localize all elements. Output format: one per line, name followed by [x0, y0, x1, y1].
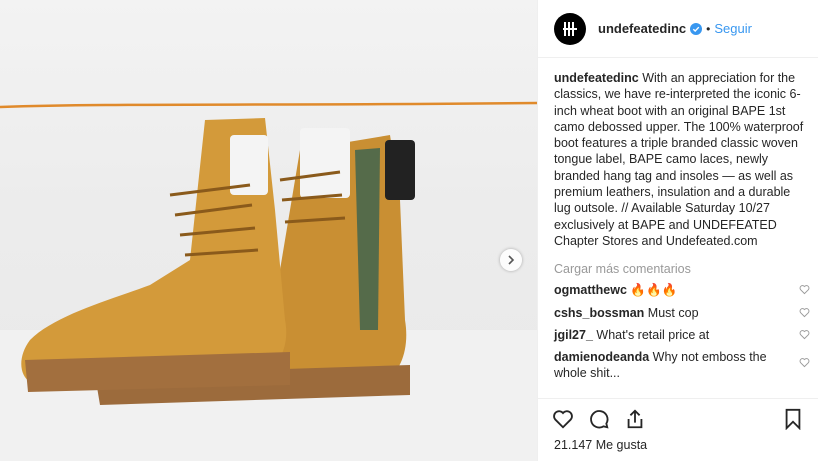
comment-text: What's retail price at: [592, 327, 710, 342]
next-image-button[interactable]: [500, 249, 522, 271]
heart-icon[interactable]: [799, 329, 810, 340]
comment-item: cshs_bossman Must cop: [554, 305, 810, 321]
post-photo[interactable]: [0, 0, 537, 461]
comment-text: 🔥🔥🔥: [626, 283, 678, 298]
comment-username[interactable]: ogmatthewc: [554, 283, 627, 297]
comment-username[interactable]: jgil27_: [554, 328, 593, 342]
undefeated-logo-icon: [563, 21, 577, 36]
follow-button[interactable]: Seguir: [714, 21, 752, 36]
comment-item: ogmatthewc 🔥🔥🔥: [554, 282, 810, 298]
verified-badge-icon: [690, 22, 703, 35]
likes-count[interactable]: 21.147 Me gusta: [554, 438, 647, 452]
post-header: undefeatedinc • Seguir: [538, 0, 818, 58]
comment-username[interactable]: cshs_bossman: [554, 306, 644, 320]
comment-username[interactable]: damienodeanda: [554, 350, 649, 364]
heart-icon[interactable]: [799, 307, 810, 318]
post-caption: undefeatedinc With an appreciation for t…: [554, 70, 810, 249]
share-icon[interactable]: [624, 408, 646, 430]
caption-username[interactable]: undefeatedinc: [554, 71, 639, 85]
heart-icon[interactable]: [799, 284, 810, 295]
action-bar: [538, 398, 818, 431]
avatar[interactable]: [554, 12, 586, 45]
caption-text: With an appreciation for the classics, w…: [554, 71, 804, 248]
separator-dot: •: [706, 21, 711, 36]
comment-item: jgil27_ What's retail price at: [554, 327, 810, 343]
chevron-right-icon: [508, 255, 515, 265]
comments-list: undefeatedinc With an appreciation for t…: [554, 70, 810, 382]
bookmark-icon[interactable]: [782, 408, 804, 430]
comment-item: damienodeanda Why not emboss the whole s…: [554, 349, 810, 382]
boots-image: [0, 101, 537, 461]
load-more-comments[interactable]: Cargar más comentarios: [554, 262, 810, 276]
comment-text: Must cop: [644, 305, 699, 320]
heart-icon[interactable]: [799, 357, 810, 368]
comment-icon[interactable]: [588, 408, 610, 430]
heart-icon[interactable]: [552, 408, 574, 430]
post-side-panel: undefeatedinc • Seguir undefeatedinc Wit…: [537, 0, 818, 461]
post-username[interactable]: undefeatedinc: [598, 21, 686, 36]
